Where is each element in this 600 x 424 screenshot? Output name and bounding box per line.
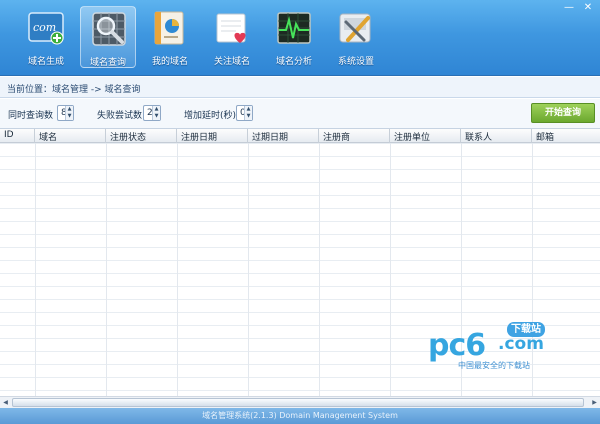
column-header-reg-status[interactable]: 注册状态 — [106, 129, 177, 143]
spinner-arrows-icon[interactable]: ▲ ▼ — [65, 106, 73, 120]
notebook-heart-icon — [216, 13, 246, 43]
close-button[interactable]: ✕ — [578, 1, 598, 15]
concurrent-label: 同时查询数 — [8, 111, 54, 121]
scrollbar-thumb[interactable] — [12, 398, 584, 407]
tool-domain-generate[interactable]: com 域名生成 — [18, 6, 74, 68]
scroll-left-icon[interactable]: ◀ — [0, 397, 11, 408]
main-toolbar: com 域名生成 域名查询 我的域名 关注域名 域名分析 系统设置 — [18, 6, 384, 68]
grid-line — [248, 143, 249, 396]
column-header-contact[interactable]: 联系人 — [461, 129, 532, 143]
window-controls: — ✕ — [561, 1, 598, 15]
grid-line — [35, 143, 36, 396]
folder-chart-icon — [154, 11, 184, 45]
start-query-button[interactable]: 开始查询 — [531, 103, 595, 123]
com-domain-icon: com — [28, 12, 64, 45]
watermark-slogan: 中国最安全的下载站 — [458, 361, 530, 370]
column-header-email[interactable]: 邮箱 — [532, 129, 600, 143]
watermark-badge: 下载站 — [507, 322, 545, 337]
tool-domain-query[interactable]: 域名查询 — [80, 6, 136, 68]
tool-label: 关注域名 — [213, 57, 250, 67]
scroll-right-icon[interactable]: ▶ — [589, 397, 600, 408]
delay-label: 增加延时(秒) — [184, 111, 237, 121]
grid-line — [390, 143, 391, 396]
svg-text:com: com — [33, 21, 56, 34]
tool-my-domains[interactable]: 我的域名 — [142, 6, 198, 68]
magnifier-icon — [92, 12, 126, 46]
monitor-pulse-icon — [277, 12, 311, 44]
column-header-id[interactable]: ID — [0, 129, 35, 143]
tool-label: 我的域名 — [151, 57, 188, 67]
table-header: ID 域名 注册状态 注册日期 过期日期 注册商 注册单位 联系人 邮箱 — [0, 129, 600, 143]
settings-tools-icon — [339, 13, 371, 43]
grid-line — [319, 143, 320, 396]
app-header: — ✕ com 域名生成 域名查询 我的域名 关注域名 域名分析 系统设置 — [0, 0, 600, 76]
tool-watched-domains[interactable]: 关注域名 — [204, 6, 260, 68]
spinner-arrows-icon[interactable]: ▲ ▼ — [152, 106, 160, 120]
spinner-arrows-icon[interactable]: ▲ ▼ — [244, 106, 252, 120]
horizontal-scrollbar[interactable]: ◀ ▶ — [0, 396, 600, 408]
tool-label: 域名分析 — [275, 57, 312, 67]
concurrent-spinner[interactable]: 8 ▲ ▼ — [57, 105, 74, 121]
tool-domain-analysis[interactable]: 域名分析 — [266, 6, 322, 68]
watermark-brand: pc6 — [428, 328, 486, 363]
column-header-expiry-date[interactable]: 过期日期 — [248, 129, 319, 143]
grid-line — [106, 143, 107, 396]
delay-spinner[interactable]: 0 ▲ ▼ — [236, 105, 253, 121]
minimize-button[interactable]: — — [561, 1, 577, 15]
status-bar: 域名管理系统(2.1.3) Domain Management System — [0, 408, 600, 424]
retry-spinner[interactable]: 20 ▲▼ — [143, 105, 161, 121]
query-params-bar: 同时查询数 8 ▲▼ 失败尝试数 20 ▲▼ 增加延时(秒) 0 ▲▼ — [0, 99, 600, 129]
column-header-reg-date[interactable]: 注册日期 — [177, 129, 248, 143]
tool-label: 域名查询 — [89, 58, 126, 68]
column-header-registrar[interactable]: 注册商 — [319, 129, 390, 143]
tool-label: 域名生成 — [27, 57, 64, 67]
column-header-registrant[interactable]: 注册单位 — [390, 129, 461, 143]
tool-system-settings[interactable]: 系统设置 — [328, 6, 384, 68]
grid-line — [177, 143, 178, 396]
watermark-domain: .com — [498, 334, 544, 354]
breadcrumb: 当前位置：域名管理 -> 域名查询 — [0, 77, 600, 98]
column-header-domain[interactable]: 域名 — [35, 129, 106, 143]
retry-label: 失败尝试数 — [97, 111, 143, 121]
pc6-watermark-logo: pc6 .com 下载站 中国最安全的下载站 — [428, 322, 558, 370]
tool-label: 系统设置 — [337, 57, 374, 67]
